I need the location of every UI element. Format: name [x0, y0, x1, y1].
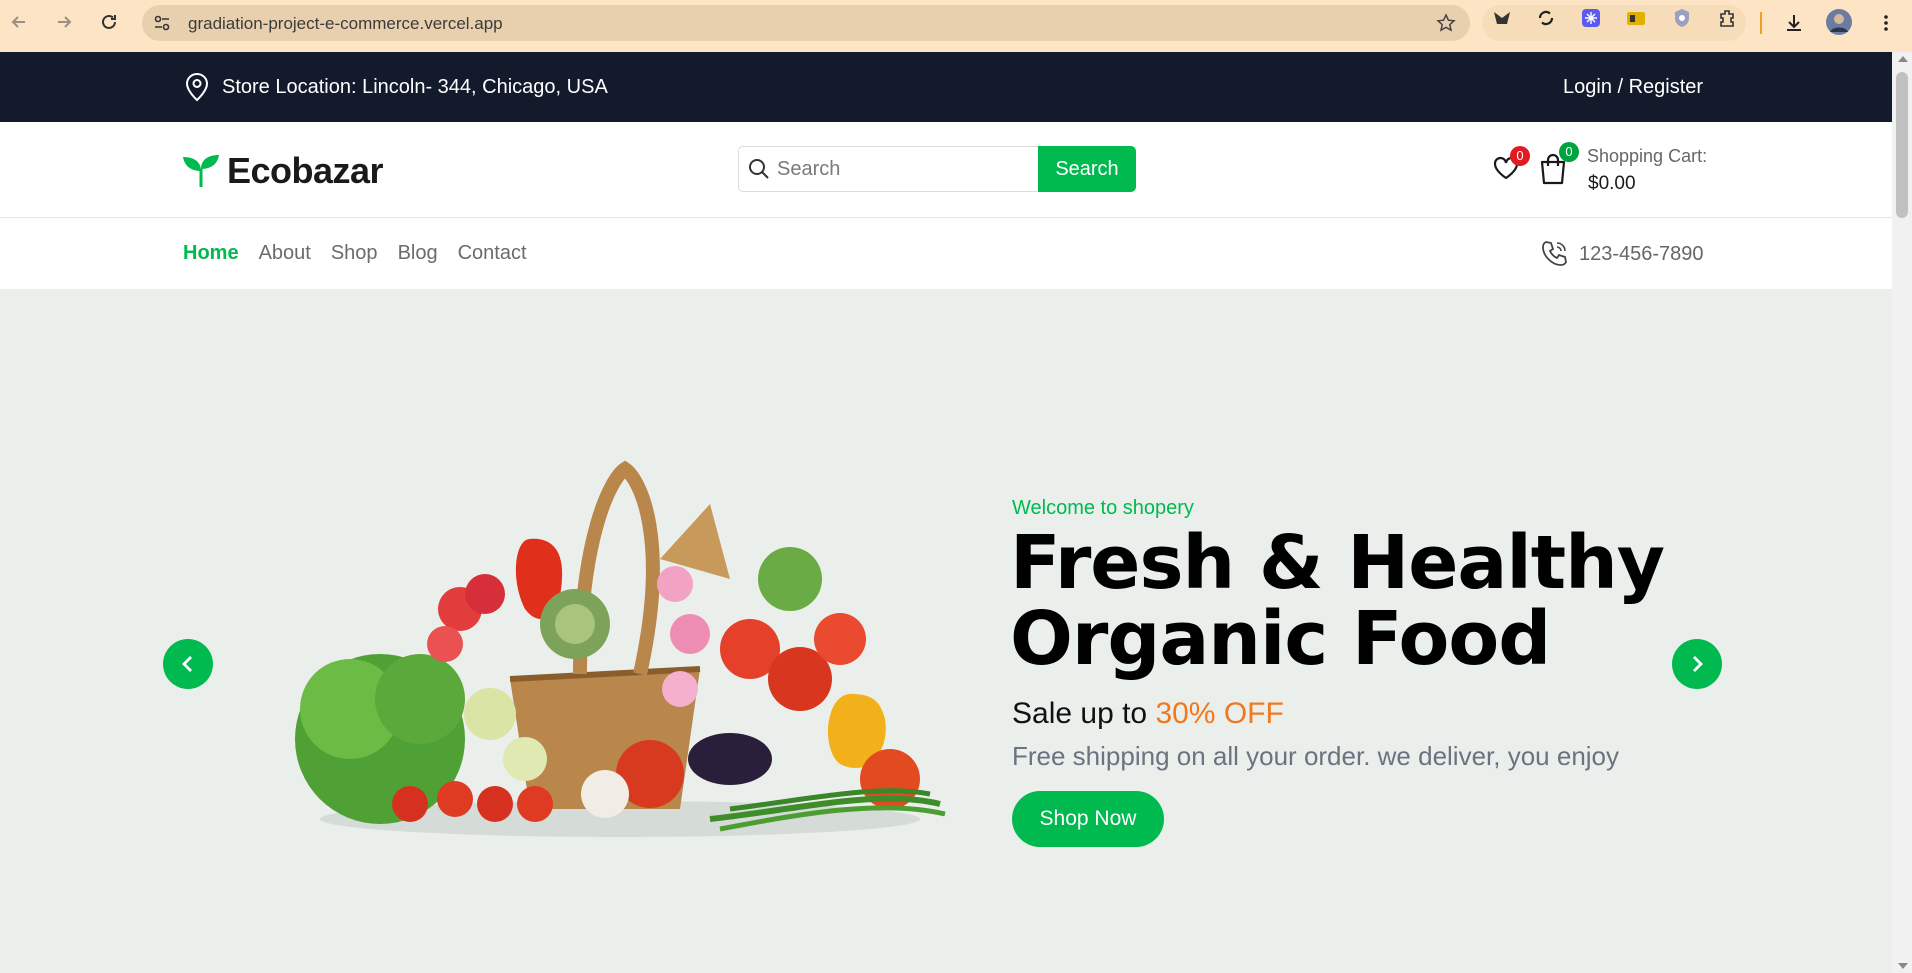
site-settings-icon[interactable] [152, 13, 172, 33]
shop-now-button[interactable]: Shop Now [1012, 791, 1164, 847]
hero-slider: Welcome to shopery Fresh & Healthy Organ… [0, 289, 1892, 973]
profile-avatar[interactable] [1826, 9, 1852, 35]
nav-item-home[interactable]: Home [183, 242, 239, 265]
toolbar-separator [1760, 12, 1762, 34]
address-bar[interactable]: gradiation-project-e-commerce.vercel.app [142, 5, 1470, 41]
back-icon [11, 16, 25, 28]
login-register-link[interactable]: Login / Register [1563, 76, 1703, 99]
extensions-puzzle-icon[interactable] [1717, 8, 1737, 28]
browser-toolbar: gradiation-project-e-commerce.vercel.app [0, 0, 1912, 52]
reload-button[interactable] [94, 7, 124, 37]
download-icon[interactable] [1784, 13, 1804, 33]
headline-line-1: Fresh & Healthy [1010, 520, 1665, 606]
back-button[interactable] [4, 7, 34, 37]
site-header: Ecobazar Search 0 0 Shopping Cart: $0.00 [0, 122, 1892, 218]
scroll-up-arrow[interactable] [1898, 56, 1908, 62]
nav-item-shop[interactable]: Shop [331, 242, 378, 265]
forward-icon [58, 16, 72, 28]
main-navigation: Home About Shop Blog Contact 123-456-789… [0, 219, 1892, 289]
wishlist-count-badge: 0 [1510, 146, 1530, 166]
search-form: Search [738, 146, 1136, 192]
cart-label: Shopping Cart: [1587, 146, 1708, 166]
phone-icon [1542, 241, 1567, 266]
reload-icon [102, 14, 116, 29]
menu-dots-icon[interactable] [1876, 13, 1896, 33]
extension-2-icon[interactable] [1536, 8, 1556, 28]
map-pin-icon [185, 72, 209, 102]
forward-button[interactable] [49, 7, 79, 37]
cart-total: $0.00 [1588, 173, 1636, 194]
extension-1-icon[interactable] [1492, 8, 1512, 28]
headline-line-2: Organic Food [1010, 596, 1551, 682]
scroll-down-arrow[interactable] [1898, 963, 1908, 969]
bookmark-star-icon[interactable] [1436, 13, 1456, 33]
vegetable-basket-image [295, 460, 946, 837]
search-input[interactable] [738, 146, 1038, 192]
slider-prev-button[interactable] [163, 639, 213, 689]
nav-item-blog[interactable]: Blog [398, 242, 438, 265]
chevron-right-icon [1693, 656, 1703, 672]
extensions-strip [1482, 5, 1746, 41]
nav-item-contact[interactable]: Contact [458, 242, 527, 265]
leaf-logo-icon [183, 155, 219, 187]
extension-3-icon[interactable] [1581, 8, 1601, 28]
nav-menu: Home About Shop Blog Contact [183, 242, 527, 265]
nav-item-about[interactable]: About [259, 242, 311, 265]
hero-shipping-text: Free shipping on all your order. we deli… [1012, 741, 1620, 771]
sale-prefix: Sale up to [1012, 697, 1156, 730]
hero-headline: Fresh & Healthy Organic Food [1010, 525, 1710, 677]
hero-welcome-text: Welcome to shopery [1012, 497, 1194, 519]
sale-highlight: 30% OFF [1155, 697, 1284, 730]
logo-text: Ecobazar [227, 150, 384, 191]
scroll-thumb[interactable] [1896, 72, 1908, 218]
slider-next-button[interactable] [1672, 639, 1722, 689]
extension-5-icon[interactable] [1672, 8, 1692, 28]
url-text: gradiation-project-e-commerce.vercel.app [188, 14, 503, 33]
cart-count-badge: 0 [1559, 142, 1579, 162]
store-location: Store Location: Lincoln- 344, Chicago, U… [222, 76, 608, 98]
search-button[interactable]: Search [1038, 146, 1136, 192]
hero-sale-text: Sale up to 30% OFF [1012, 697, 1284, 731]
phone-number: 123-456-7890 [1579, 243, 1704, 265]
site-logo[interactable]: Ecobazar [181, 150, 384, 192]
extension-4-icon[interactable] [1626, 8, 1646, 28]
search-icon [749, 159, 769, 179]
page-scrollbar[interactable] [1892, 52, 1912, 973]
top-info-bar: Store Location: Lincoln- 344, Chicago, U… [0, 52, 1892, 122]
chevron-left-icon [182, 656, 192, 672]
